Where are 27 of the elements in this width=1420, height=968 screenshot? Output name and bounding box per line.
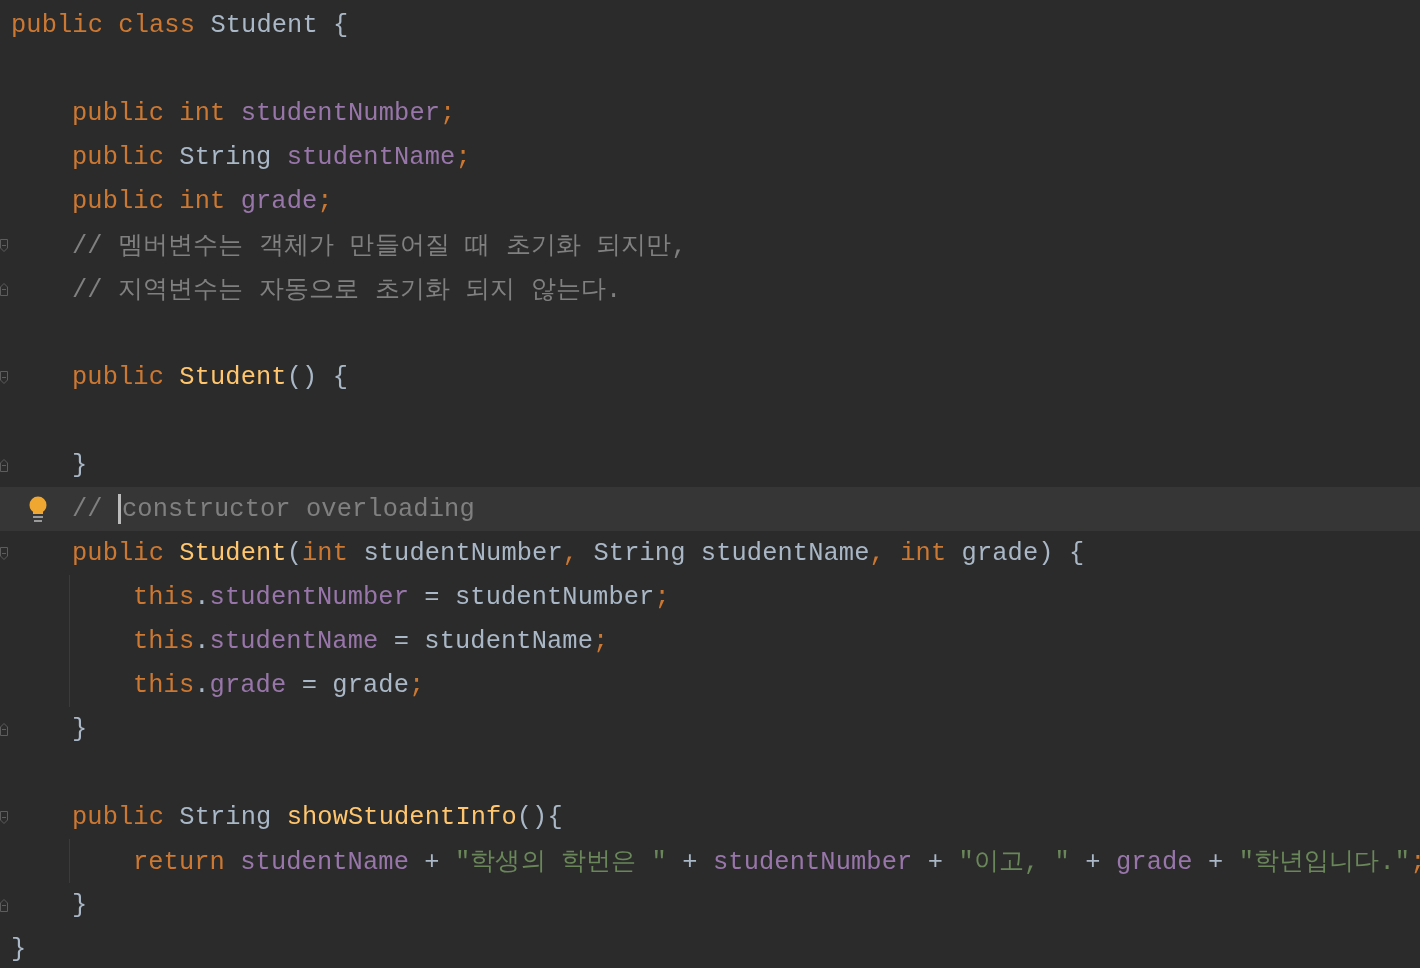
- code-line: public Student(int studentNumber, String studentName, int grade) {: [71, 538, 1085, 568]
- fold-icon[interactable]: [0, 458, 8, 472]
- code-line: public String showStudentInfo(){: [71, 802, 563, 832]
- code-line: public class Student {: [11, 10, 349, 40]
- fold-icon[interactable]: [0, 898, 8, 912]
- code-line: // 멤버변수는 객체가 만들어질 때 초기화 되지만,: [71, 231, 687, 262]
- code-line: public String studentName;: [71, 142, 471, 172]
- code-line: }: [71, 890, 88, 920]
- fold-icon[interactable]: [0, 282, 8, 296]
- code-line: }: [11, 934, 27, 964]
- fold-icon[interactable]: [0, 810, 8, 824]
- lightbulb-icon[interactable]: [27, 496, 49, 523]
- fold-icon[interactable]: [0, 370, 8, 384]
- code-line: public int grade;: [71, 186, 333, 216]
- fold-icon[interactable]: [0, 546, 8, 560]
- code-line: public int studentNumber;: [71, 98, 456, 128]
- code-line: public Student() {: [71, 362, 349, 392]
- code-line: // constructor overloading: [71, 494, 475, 524]
- code-line: this.studentNumber = studentNumber;: [132, 582, 670, 612]
- code-line: // 지역변수는 자동으로 초기화 되지 않는다.: [71, 275, 622, 306]
- fold-icon[interactable]: [0, 722, 8, 736]
- code-line: return studentName + "학생의 학번은 " + studentNumber + "이고, " + grade + "학년입니다.";: [132, 847, 1420, 878]
- code-line: }: [71, 714, 88, 744]
- fold-icon[interactable]: [0, 238, 8, 252]
- code-line: this.grade = grade;: [132, 670, 425, 700]
- code-line: this.studentName = studentName;: [132, 626, 609, 656]
- code-line: }: [71, 450, 88, 480]
